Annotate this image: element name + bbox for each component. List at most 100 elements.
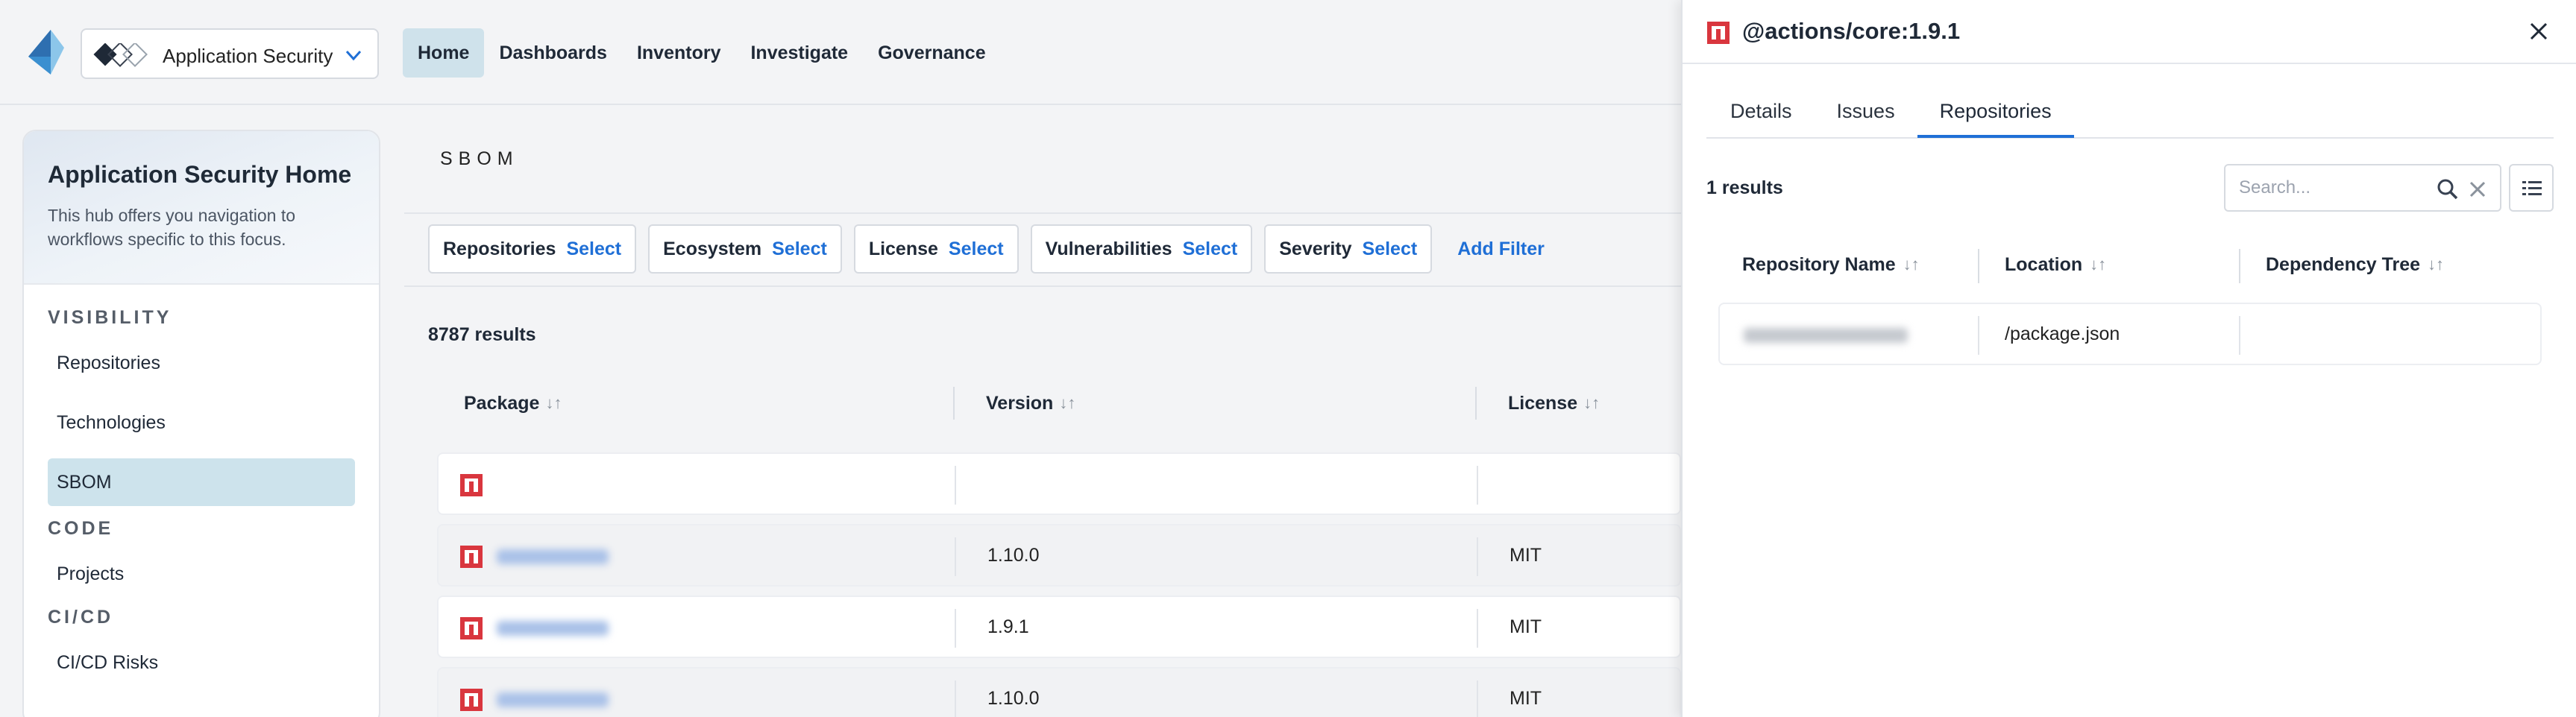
cell-divider: [1978, 316, 1979, 355]
tab-divider: [1706, 137, 2554, 139]
section-heading-visibility: VISIBILITY: [48, 307, 172, 328]
cell-divider: [955, 537, 956, 576]
package-name-redacted[interactable]: [497, 692, 609, 707]
sort-icon[interactable]: ↓↑: [1059, 394, 1075, 413]
version-cell: 1.10.0: [987, 688, 1040, 709]
page-title: SBOM: [440, 148, 519, 169]
cell-divider: [955, 609, 956, 648]
filter-label: Severity: [1279, 238, 1352, 259]
filter-label: License: [868, 238, 938, 259]
npm-package-icon: [460, 546, 483, 568]
add-filter-button[interactable]: Add Filter: [1457, 239, 1545, 260]
search-input[interactable]: [2239, 176, 2425, 200]
sidebar-item-repositories[interactable]: Repositories: [48, 339, 355, 387]
sidebar-item-projects[interactable]: Projects: [48, 550, 355, 598]
filter-repositories[interactable]: Repositories Select: [428, 224, 637, 274]
search-box[interactable]: [2224, 164, 2501, 212]
column-header-package[interactable]: Package ↓↑: [464, 379, 562, 427]
filter-select-link[interactable]: Select: [1183, 239, 1238, 260]
filter-select-link[interactable]: Select: [1363, 239, 1418, 260]
nav-inventory[interactable]: Inventory: [622, 28, 736, 78]
package-name-redacted[interactable]: [497, 549, 609, 564]
column-header-license[interactable]: License ↓↑: [1508, 379, 1600, 427]
cell-divider: [1477, 609, 1478, 648]
sort-icon[interactable]: ↓↑: [545, 394, 562, 413]
cell-divider: [2239, 316, 2240, 355]
hub-header: Application Security Home This hub offer…: [24, 131, 379, 285]
column-header-dependency-tree[interactable]: Dependency Tree ↓↑: [2266, 246, 2444, 283]
table-row[interactable]: 1.9.1 MIT: [437, 596, 1681, 658]
filter-ecosystem[interactable]: Ecosystem Select: [648, 224, 842, 274]
close-icon[interactable]: [2525, 18, 2552, 45]
npm-package-icon: [460, 474, 483, 496]
sbom-main: SBOM Repositories Select Ecosystem Selec…: [404, 105, 1681, 717]
tab-repositories[interactable]: Repositories: [1917, 92, 2074, 138]
sidebar-item-sbom[interactable]: SBOM: [48, 458, 355, 506]
cell-divider: [1477, 466, 1478, 505]
filter-select-link[interactable]: Select: [949, 239, 1004, 260]
table-row[interactable]: [437, 452, 1681, 515]
cell-divider: [955, 680, 956, 717]
column-settings-button[interactable]: [2509, 164, 2554, 212]
app-logo-icon[interactable]: [28, 30, 64, 75]
package-name-redacted[interactable]: [497, 621, 609, 636]
column-divider[interactable]: [953, 387, 955, 420]
filter-license[interactable]: License Select: [853, 224, 1019, 274]
application-selector[interactable]: Application Security: [81, 28, 379, 79]
tab-details[interactable]: Details: [1730, 92, 1815, 136]
cell-divider: [1477, 537, 1478, 576]
sort-icon[interactable]: ↓↑: [1583, 394, 1600, 413]
license-cell: MIT: [1510, 545, 1542, 566]
tab-issues[interactable]: Issues: [1815, 92, 1917, 136]
column-header-version[interactable]: Version ↓↑: [986, 379, 1075, 427]
repository-name-redacted[interactable]: [1744, 328, 1908, 343]
sort-icon[interactable]: ↓↑: [2090, 255, 2106, 274]
filter-label: Repositories: [443, 238, 556, 259]
filter-label: Ecosystem: [663, 238, 762, 259]
npm-package-icon: [1707, 22, 1730, 44]
nav-governance[interactable]: Governance: [863, 28, 1001, 78]
npm-package-icon: [460, 689, 483, 711]
table-header: Package ↓↑ Version ↓↑ License ↓↑: [440, 379, 1681, 427]
filters: Repositories Select Ecosystem Select Lic…: [428, 224, 1545, 274]
chevron-down-icon: [345, 50, 362, 61]
drawer-title: @actions/core:1.9.1: [1742, 18, 1961, 44]
application-selector-label: Application Security: [163, 45, 333, 67]
column-header-repository-name[interactable]: Repository Name ↓↑: [1742, 246, 1920, 283]
column-divider[interactable]: [2239, 249, 2240, 283]
column-header-location[interactable]: Location ↓↑: [2005, 246, 2106, 283]
sidebar-item-technologies[interactable]: Technologies: [48, 399, 355, 446]
filter-severity[interactable]: Severity Select: [1264, 224, 1433, 274]
column-header-label: License: [1508, 392, 1578, 414]
column-divider[interactable]: [1475, 387, 1477, 420]
top-navigation: Application Security Home Dashboards Inv…: [0, 0, 1681, 105]
sidebar-item-cicd-risks[interactable]: CI/CD Risks: [48, 639, 355, 686]
drawer-tabs: Details Issues Repositories: [1730, 92, 2074, 138]
sort-icon[interactable]: ↓↑: [2428, 255, 2444, 274]
repository-row[interactable]: /package.json: [1718, 303, 2542, 365]
package-detail-drawer: @actions/core:1.9.1 Details Issues Repos…: [1681, 0, 2576, 717]
location-cell: /package.json: [2005, 323, 2120, 344]
filter-select-link[interactable]: Select: [566, 239, 621, 260]
drawer-results-count: 1 results: [1706, 177, 1783, 198]
hub-sidebar: Application Security Home This hub offer…: [22, 130, 380, 717]
table-row[interactable]: 1.10.0 MIT: [437, 667, 1681, 717]
column-header-label: Package: [464, 392, 540, 414]
column-header-label: Repository Name: [1742, 253, 1896, 275]
version-cell: 1.9.1: [987, 616, 1029, 637]
version-cell: 1.10.0: [987, 545, 1040, 566]
filter-vulnerabilities[interactable]: Vulnerabilities Select: [1030, 224, 1253, 274]
column-header-label: Location: [2005, 253, 2083, 275]
clear-icon[interactable]: [2467, 179, 2488, 200]
table-row[interactable]: 1.10.0 MIT: [437, 524, 1681, 587]
sort-icon[interactable]: ↓↑: [1903, 255, 1920, 274]
column-divider[interactable]: [1978, 249, 1979, 283]
nav-home[interactable]: Home: [403, 28, 485, 78]
nav-investigate[interactable]: Investigate: [735, 28, 863, 78]
search-icon[interactable]: [2436, 177, 2460, 201]
nav-dashboards[interactable]: Dashboards: [484, 28, 621, 78]
section-heading-cicd: CI/CD: [48, 607, 114, 628]
filter-select-link[interactable]: Select: [772, 239, 827, 260]
section-heading-code: CODE: [48, 518, 114, 539]
npm-package-icon: [460, 617, 483, 639]
